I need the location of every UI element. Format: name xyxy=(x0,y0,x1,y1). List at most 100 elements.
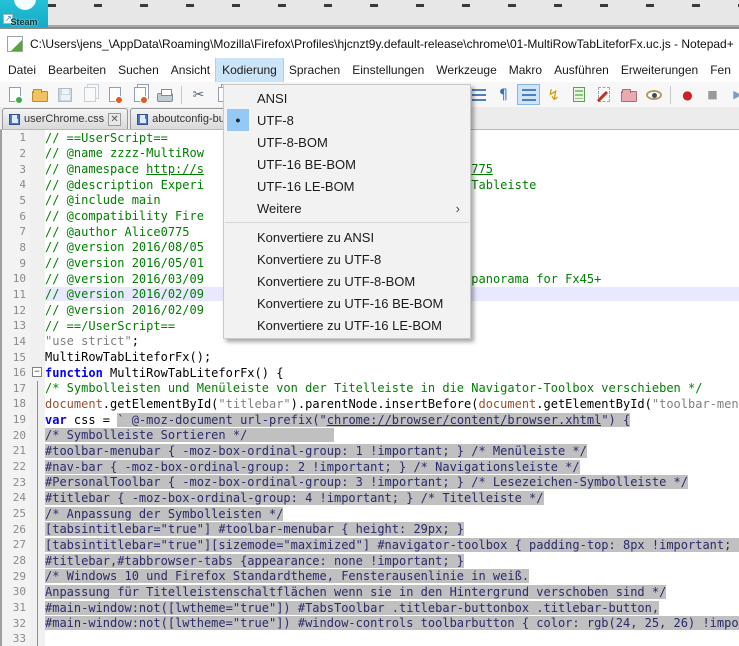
menu-icon-slot xyxy=(227,226,249,248)
code-line[interactable]: 29/* Windows 10 und Firefox Standardthem… xyxy=(2,568,739,584)
macro-record-icon[interactable]: ● xyxy=(676,84,699,105)
encoding-menu-item-ansi[interactable]: ANSI xyxy=(224,87,470,109)
toolbar-separator xyxy=(670,86,671,104)
code-line[interactable]: 21#toolbar-menubar { -moz-box-ordinal-gr… xyxy=(2,443,739,459)
code-segment: [tabsintitlebar="true"][sizemode="maximi… xyxy=(45,538,739,552)
code-segment: /* Symbolleisten und Menüleiste von der … xyxy=(45,381,702,395)
menubar-item-suchen[interactable]: Suchen xyxy=(112,58,165,82)
menu-item-label: UTF-8 xyxy=(249,113,470,128)
line-number: 23 xyxy=(2,474,30,490)
save-icon[interactable] xyxy=(53,84,76,105)
menubar-item-ausführen[interactable]: Ausführen xyxy=(548,58,615,82)
code-line[interactable]: 23#PersonalToolbar { -moz-box-ordinal-gr… xyxy=(2,474,739,490)
fold-guide-line xyxy=(37,631,38,646)
line-number: 17 xyxy=(2,381,30,397)
line-number: 5 xyxy=(2,193,30,209)
menu-item-label: Weitere xyxy=(249,201,456,216)
code-line[interactable]: 18document.getElementById("titlebar").pa… xyxy=(2,396,739,412)
code-line[interactable]: 31#main-window:not([lwtheme="true"]) #Ta… xyxy=(2,600,739,616)
function-list-icon[interactable] xyxy=(592,84,615,105)
line-number: 11 xyxy=(2,287,30,303)
monitoring-icon[interactable] xyxy=(642,84,665,105)
fold-guide-line xyxy=(37,443,38,459)
encoding-menu-item-utf-16-be-bom[interactable]: UTF-16 BE-BOM xyxy=(224,153,470,175)
macro-play-icon[interactable]: ▶ xyxy=(726,84,739,105)
document-map-icon[interactable] xyxy=(567,84,590,105)
code-line[interactable]: 30Anpassung für Titelleistenschaltfläche… xyxy=(2,584,739,600)
code-segment: // @include main xyxy=(45,193,161,207)
document-tab[interactable]: userChrome.css✕ xyxy=(2,108,128,129)
code-line[interactable]: 27[tabsintitlebar="true"][sizemode="maxi… xyxy=(2,537,739,553)
code-segment: // ==/UserScript== xyxy=(45,319,175,333)
code-line[interactable]: 28#titlebar,#tabbrowser-tabs {appearance… xyxy=(2,553,739,569)
macro-stop-icon[interactable]: ■ xyxy=(701,84,724,105)
menubar-item-einstellungen[interactable]: Einstellungen xyxy=(346,58,430,82)
function-completion-icon[interactable]: ↯ xyxy=(542,84,565,105)
code-segment: MultiRowTabLiteforFx(); xyxy=(45,350,211,364)
code-text: document.getElementById("titlebar").pare… xyxy=(45,397,739,411)
encoding-menu-item-konvertiere-zu-utf-16-le-bom[interactable]: Konvertiere zu UTF-16 LE-BOM xyxy=(224,314,470,336)
encoding-menu-item-utf-8[interactable]: ●UTF-8 xyxy=(224,109,470,131)
code-text: #main-window:not([lwtheme="true"]) #wind… xyxy=(45,616,739,630)
steam-desktop-icon[interactable]: Steam xyxy=(0,0,48,28)
encoding-menu-item-utf-8-bom[interactable]: UTF-8-BOM xyxy=(224,131,470,153)
fold-margin xyxy=(30,318,45,334)
code-line[interactable]: 17 /* Symbolleisten und Menüleiste von de… xyxy=(2,381,739,397)
fold-collapse-icon[interactable]: − xyxy=(32,367,42,377)
radio-checked-icon: ● xyxy=(227,109,249,131)
code-line[interactable]: 24#titlebar { -moz-box-ordinal-group: 4 … xyxy=(2,490,739,506)
word-wrap-icon[interactable] xyxy=(517,84,540,105)
code-segment: ).parentNode.insertBefore( xyxy=(291,397,479,411)
code-segment: // @name zzzz-MultiRow xyxy=(45,146,204,160)
encoding-menu-item-weitere[interactable]: Weitere› xyxy=(224,197,470,219)
code-line[interactable]: 33 xyxy=(2,631,739,646)
fold-guide-line xyxy=(37,459,38,475)
menu-item-label: Konvertiere zu ANSI xyxy=(249,230,470,245)
code-segment: css = xyxy=(67,413,118,427)
menubar-item-erweiterungen[interactable]: Erweiterungen xyxy=(615,58,704,82)
new-file-icon[interactable] xyxy=(3,84,26,105)
code-line[interactable]: 22#nav-bar { -moz-box-ordinal-group: 2 !… xyxy=(2,459,739,475)
code-line[interactable]: 26[tabsintitlebar="true"] #toolbar-menub… xyxy=(2,521,739,537)
encoding-menu-item-konvertiere-zu-utf-8[interactable]: Konvertiere zu UTF-8 xyxy=(224,248,470,270)
fold-guide-line xyxy=(37,506,38,522)
print-icon[interactable] xyxy=(153,84,176,105)
menubar-item-ansicht[interactable]: Ansicht xyxy=(165,58,216,82)
menubar-item-datei[interactable]: Datei xyxy=(2,58,42,82)
folder-as-workspace-icon[interactable] xyxy=(617,84,640,105)
code-line[interactable]: 32#main-window:not([lwtheme="true"]) #wi… xyxy=(2,615,739,631)
fold-margin xyxy=(30,381,45,397)
fold-margin xyxy=(30,443,45,459)
menubar-item-bearbeiten[interactable]: Bearbeiten xyxy=(42,58,112,82)
menubar-item-sprachen[interactable]: Sprachen xyxy=(283,58,346,82)
menu-item-label: Konvertiere zu UTF-16 BE-BOM xyxy=(249,296,470,311)
code-segment: [tabsintitlebar="true"] #toolbar-menubar… xyxy=(45,522,464,536)
menubar-item-werkzeuge[interactable]: Werkzeuge xyxy=(430,58,502,82)
code-text: MultiRowTabLiteforFx(); xyxy=(45,350,739,364)
close-icon[interactable] xyxy=(103,84,126,105)
menu-icon-slot xyxy=(227,292,249,314)
menu-icon-slot xyxy=(227,270,249,292)
close-all-icon[interactable] xyxy=(128,84,151,105)
fold-guide-line xyxy=(37,568,38,584)
show-all-characters-icon[interactable]: ¶ xyxy=(492,84,515,105)
tab-close-icon[interactable]: ✕ xyxy=(108,113,121,126)
fold-margin xyxy=(30,427,45,443)
code-line[interactable]: 25/* Anpassung der Symbolleisten */ xyxy=(2,506,739,522)
encoding-menu-item-konvertiere-zu-ansi[interactable]: Konvertiere zu ANSI xyxy=(224,226,470,248)
cut-icon[interactable]: ✂ xyxy=(187,84,210,105)
code-line[interactable]: 20/* Symbolleiste Sortieren */ xyxy=(2,427,739,443)
encoding-menu-item-konvertiere-zu-utf-8-bom[interactable]: Konvertiere zu UTF-8-BOM xyxy=(224,270,470,292)
encoding-menu-item-konvertiere-zu-utf-16-be-bom[interactable]: Konvertiere zu UTF-16 BE-BOM xyxy=(224,292,470,314)
line-number: 9 xyxy=(2,255,30,271)
code-line[interactable]: 15MultiRowTabLiteforFx(); xyxy=(2,349,739,365)
code-line[interactable]: 19var css = ` @-moz-document url-prefix(… xyxy=(2,412,739,428)
code-segment: function xyxy=(45,366,103,380)
menubar-item-makro[interactable]: Makro xyxy=(503,58,548,82)
save-all-icon[interactable] xyxy=(78,84,101,105)
menubar-item-fen[interactable]: Fen xyxy=(704,58,737,82)
menubar-item-kodierung[interactable]: Kodierung xyxy=(216,58,283,82)
code-line[interactable]: 16−function MultiRowTabLiteforFx() { xyxy=(2,365,739,381)
open-file-icon[interactable] xyxy=(28,84,51,105)
encoding-menu-item-utf-16-le-bom[interactable]: UTF-16 LE-BOM xyxy=(224,175,470,197)
